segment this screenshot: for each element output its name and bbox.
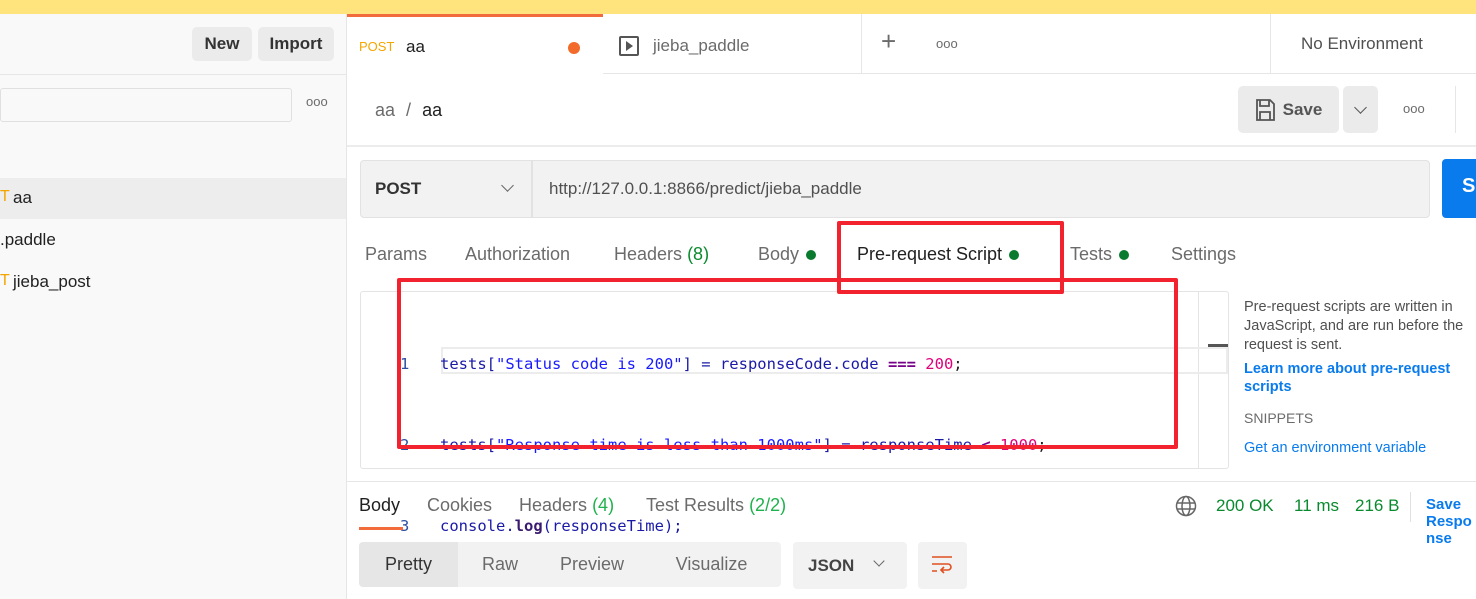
format-select[interactable]: JSON xyxy=(793,542,907,589)
tab-jieba-paddle[interactable]: jieba_paddle xyxy=(603,14,862,74)
breadcrumb-separator: / xyxy=(406,100,412,120)
tests-count: (2/2) xyxy=(749,495,787,515)
response-time[interactable]: 11 ms xyxy=(1294,496,1339,516)
tab-body[interactable]: Body xyxy=(758,244,817,265)
method-label: T xyxy=(0,188,10,205)
method-label: T xyxy=(0,272,10,289)
tab-headers[interactable]: Headers (8) xyxy=(614,244,709,265)
tab-params[interactable]: Params xyxy=(365,244,427,265)
snippet-link[interactable]: Get an environment variable xyxy=(1244,440,1472,456)
raw-button[interactable]: Raw xyxy=(458,542,542,587)
learn-more-link[interactable]: Learn more about pre-request scripts xyxy=(1244,360,1472,396)
more-tabs-icon[interactable]: ooo xyxy=(936,36,958,51)
chevron-down-icon xyxy=(1354,100,1367,114)
tab-aa[interactable]: POST aa xyxy=(347,14,603,74)
tab-tests[interactable]: Tests xyxy=(1070,244,1130,265)
unsaved-dot-icon xyxy=(568,42,580,54)
environment-selector[interactable]: No Environment xyxy=(1301,34,1423,54)
format-value: JSON xyxy=(808,556,855,575)
play-icon xyxy=(619,36,639,56)
method-value: POST xyxy=(375,179,422,198)
tab-authorization[interactable]: Authorization xyxy=(465,244,570,265)
headers-count: (8) xyxy=(687,244,710,264)
code-line: 3 console.log(responseTime); xyxy=(400,517,683,535)
sidebar: New Import ooo T aa .paddle T jieba_post xyxy=(0,14,347,599)
save-icon xyxy=(1255,98,1275,121)
breadcrumb-parent[interactable]: aa xyxy=(375,100,395,120)
response-size[interactable]: 216 B xyxy=(1355,496,1399,516)
item-name: jieba_post xyxy=(13,272,91,291)
snippets-heading: SNIPPETS xyxy=(1244,410,1314,426)
response-tab-body[interactable]: Body xyxy=(359,495,400,516)
tab-label: Test Results xyxy=(646,495,745,515)
list-item[interactable]: T jieba_post xyxy=(0,262,346,303)
tab-label: aa xyxy=(406,37,425,56)
wrap-lines-button[interactable] xyxy=(918,542,967,589)
response-tab-test-results[interactable]: Test Results (2/2) xyxy=(646,495,786,516)
wrap-icon xyxy=(932,556,952,574)
response-tab-cookies[interactable]: Cookies xyxy=(427,495,492,516)
response-tab-headers[interactable]: Headers (4) xyxy=(519,495,614,516)
item-name: .paddle xyxy=(0,230,56,249)
help-text: Pre-request scripts are written in JavaS… xyxy=(1244,299,1464,353)
chevron-down-icon xyxy=(501,179,514,192)
visualize-button[interactable]: Visualize xyxy=(642,542,781,587)
import-button[interactable]: Import xyxy=(258,27,334,61)
list-item[interactable]: T aa xyxy=(0,178,346,219)
new-button[interactable]: New xyxy=(192,27,252,61)
page-title: aa xyxy=(422,100,443,120)
status-code[interactable]: 200 OK xyxy=(1216,496,1274,516)
status-dot-icon xyxy=(1119,250,1130,261)
highlight-box xyxy=(837,221,1064,294)
save-response-button[interactable]: Save Response xyxy=(1426,496,1474,547)
add-tab-icon[interactable]: + xyxy=(881,28,896,54)
save-button[interactable]: Save xyxy=(1238,86,1339,133)
active-tab-indicator xyxy=(359,527,403,530)
search-input[interactable] xyxy=(0,88,292,122)
save-dropdown-button[interactable] xyxy=(1343,86,1378,133)
highlight-box xyxy=(397,278,1178,449)
status-dot-icon xyxy=(806,250,817,261)
tab-settings[interactable]: Settings xyxy=(1171,244,1236,265)
more-options-icon[interactable]: ooo xyxy=(306,94,328,109)
notification-banner xyxy=(0,0,1476,14)
save-label: Save xyxy=(1282,99,1323,119)
method-select[interactable]: POST xyxy=(360,160,533,218)
tab-label: Body xyxy=(758,244,800,264)
tab-label: Headers xyxy=(614,244,683,264)
preview-button[interactable]: Preview xyxy=(542,542,642,587)
tab-label: jieba_paddle xyxy=(653,36,750,55)
tab-label: Tests xyxy=(1070,244,1113,264)
item-name: aa xyxy=(13,188,32,207)
more-actions-icon[interactable]: ooo xyxy=(1403,101,1425,116)
view-mode-group: Pretty Raw Preview Visualize xyxy=(359,542,781,587)
method-label: POST xyxy=(359,39,395,54)
url-input[interactable]: http://127.0.0.1:8866/predict/jieba_padd… xyxy=(549,179,862,199)
globe-icon[interactable] xyxy=(1175,495,1197,517)
headers-count: (4) xyxy=(592,495,615,515)
tab-label: Headers xyxy=(519,495,588,515)
chevron-down-icon xyxy=(873,555,885,567)
list-item[interactable]: .paddle xyxy=(0,220,346,261)
breadcrumb: aa / aa xyxy=(375,100,442,121)
send-button[interactable]: S xyxy=(1442,159,1476,218)
pretty-button[interactable]: Pretty xyxy=(359,542,458,587)
